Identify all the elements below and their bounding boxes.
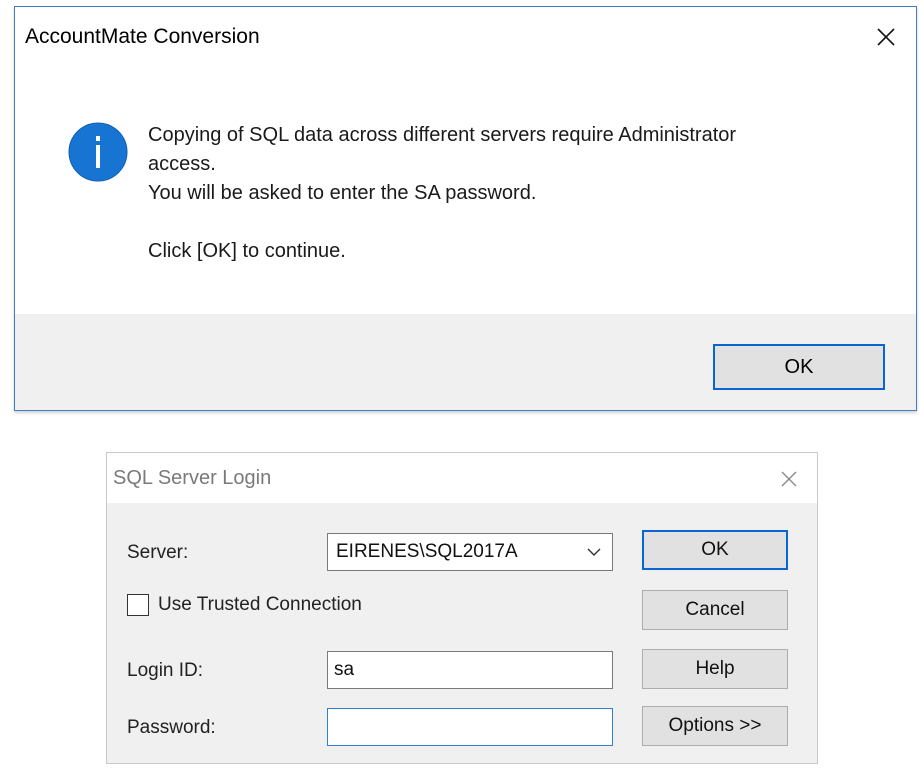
dialog-title: AccountMate Conversion [25, 25, 260, 48]
chevron-down-icon [576, 534, 612, 570]
message-text: Copying of SQL data across different ser… [148, 121, 888, 266]
sql-server-login-dialog: SQL Server Login Server: EIRENES\SQL2017… [106, 452, 818, 764]
screen: AccountMate Conversion Copying of SQL da… [0, 0, 919, 768]
trusted-connection-checkbox[interactable] [127, 594, 149, 616]
close-button[interactable] [864, 15, 908, 59]
login-close-button[interactable] [771, 461, 807, 497]
login-id-input[interactable] [327, 651, 613, 689]
message-line: access. [148, 153, 216, 175]
login-title: SQL Server Login [113, 467, 272, 489]
password-label: Password: [127, 717, 216, 738]
dialog-titlebar: AccountMate Conversion [15, 7, 916, 65]
server-value: EIRENES\SQL2017A [336, 541, 518, 562]
message-ok-button[interactable]: OK [713, 344, 885, 390]
close-icon [781, 471, 797, 487]
server-select[interactable]: EIRENES\SQL2017A [327, 533, 613, 571]
login-ok-button[interactable]: OK [642, 530, 788, 570]
server-label: Server: [127, 542, 189, 563]
options-button[interactable]: Options >> [642, 706, 788, 746]
cancel-button[interactable]: Cancel [642, 590, 788, 630]
login-titlebar: SQL Server Login [107, 453, 817, 503]
info-icon [68, 122, 128, 182]
continue-line: Click [OK] to continue. [148, 240, 346, 262]
message-line: You will be asked to enter the SA passwo… [148, 182, 537, 204]
login-id-label: Login ID: [127, 660, 204, 681]
trusted-connection-label: Use Trusted Connection [158, 594, 362, 615]
close-icon [877, 28, 895, 46]
message-line: Copying of SQL data across different ser… [148, 124, 737, 146]
password-input[interactable] [327, 708, 613, 746]
help-button[interactable]: Help [642, 649, 788, 689]
